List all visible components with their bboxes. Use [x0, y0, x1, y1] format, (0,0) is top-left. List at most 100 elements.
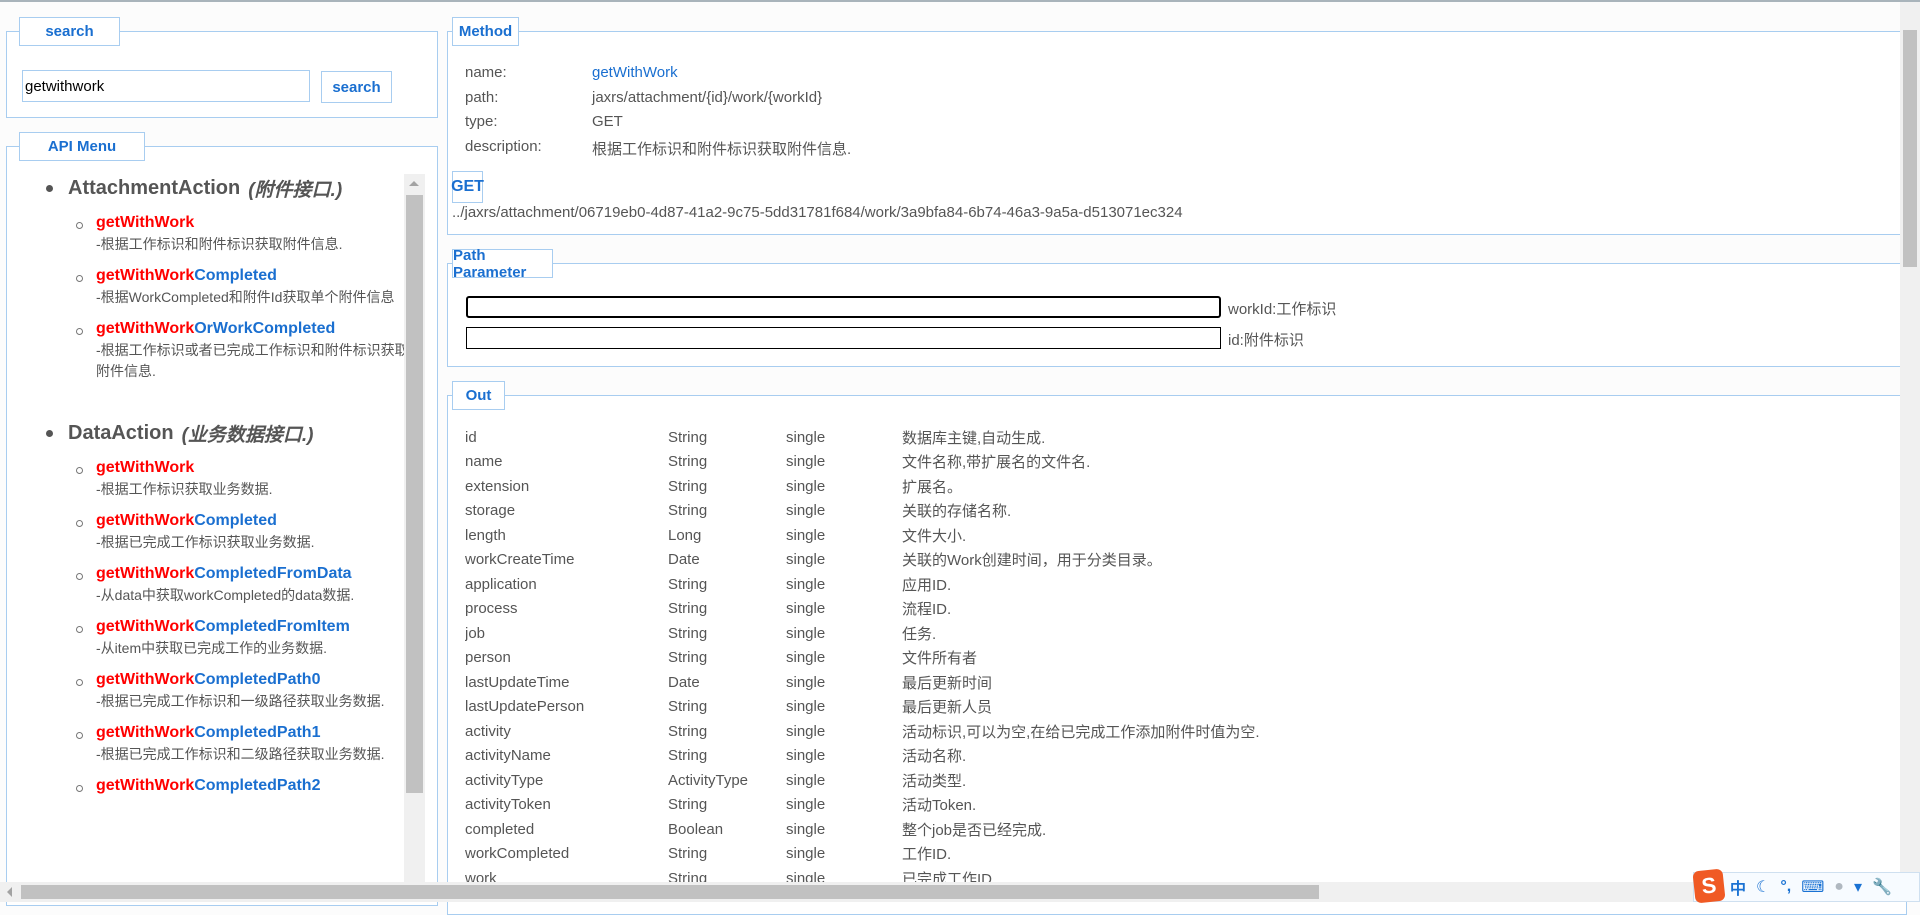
id-label: id:附件标识 — [1228, 332, 1304, 349]
field-multiplicity: single — [786, 526, 826, 544]
out-row: extension String single 扩展名。 — [465, 474, 1865, 499]
method-description: 根据工作标识和附件标识获取附件信息. — [592, 141, 852, 158]
user-icon[interactable]: ● — [1834, 878, 1844, 896]
menu-item[interactable]: getWithWorkOrWorkCompleted -根据工作标识或者已完成工作… — [76, 320, 404, 382]
skin-shirt-icon[interactable]: ▾ — [1854, 877, 1862, 897]
moon-icon[interactable]: ☾ — [1756, 877, 1770, 897]
search-button[interactable]: search — [321, 71, 392, 103]
circle-bullet-icon — [76, 626, 83, 633]
field-name: job — [465, 624, 486, 642]
field-description: 关联的存储名称. — [902, 503, 1012, 521]
field-type: String — [668, 453, 708, 471]
method-name-row: name: getWithWork — [465, 64, 678, 81]
menu-item[interactable]: getWithWork -根据工作标识和附件标识获取附件信息. — [76, 214, 404, 255]
menu-item-link[interactable]: getWithWorkOrWorkCompleted — [96, 320, 404, 338]
out-row: application String single 应用ID. — [465, 572, 1865, 597]
menu-group-heading: AttachmentAction (附件接口.) — [46, 175, 404, 202]
menu-scrollbar[interactable] — [404, 174, 425, 882]
menu-item[interactable]: getWithWorkCompletedPath2 — [76, 777, 404, 795]
name-label: name: — [465, 64, 507, 81]
bullet-icon — [46, 185, 53, 192]
workid-input[interactable] — [466, 296, 1221, 318]
out-row: storage String single 关联的存储名称. — [465, 499, 1865, 524]
menu-scrollbar-thumb[interactable] — [406, 195, 423, 793]
get-request-button[interactable]: GET — [451, 171, 484, 203]
field-name: completed — [465, 820, 535, 838]
scroll-up-arrow-icon[interactable] — [409, 181, 419, 186]
path-label: path: — [465, 89, 499, 106]
keyboard-icon[interactable]: ⌨ — [1801, 877, 1824, 897]
page-horizontal-scrollbar[interactable] — [0, 882, 1900, 902]
page-horizontal-scrollbar-thumb[interactable] — [21, 885, 1319, 899]
path-parameter-legend: Path Parameter — [452, 247, 553, 281]
field-multiplicity: single — [786, 575, 826, 593]
field-name: workCompleted — [465, 845, 570, 863]
out-row: id String single 数据库主键,自动生成. — [465, 425, 1865, 450]
field-description: 最后更新人员 — [902, 699, 993, 717]
search-input[interactable] — [22, 70, 310, 102]
menu-item-link[interactable]: getWithWorkCompleted — [96, 267, 404, 285]
field-name: process — [465, 600, 518, 618]
match-text: getWithWork — [96, 320, 195, 337]
field-description: 应用ID. — [902, 576, 952, 594]
field-type: String — [668, 477, 708, 495]
circle-bullet-icon — [76, 785, 83, 792]
field-name: lastUpdateTime — [465, 673, 570, 691]
field-description: 扩展名。 — [902, 478, 963, 496]
field-multiplicity: single — [786, 477, 826, 495]
field-description: 文件大小. — [902, 527, 967, 545]
rest-text: CompletedPath1 — [194, 724, 321, 741]
rest-text: CompletedPath2 — [194, 777, 321, 794]
field-name: storage — [465, 502, 516, 520]
sogou-logo-icon[interactable]: S — [1692, 868, 1726, 904]
api-menu-list: AttachmentAction (附件接口.) getWithWork -根据工作标… — [8, 175, 404, 882]
menu-item-link[interactable]: getWithWorkCompletedFromData — [96, 565, 404, 583]
ime-mode-toggle[interactable]: 中 — [1730, 875, 1746, 899]
menu-item-link[interactable]: getWithWorkCompletedPath2 — [96, 777, 404, 795]
menu-item-link[interactable]: getWithWork — [96, 459, 404, 477]
field-type: Date — [668, 551, 700, 569]
menu-item[interactable]: getWithWorkCompleted -根据WorkCompleted和附件I… — [76, 267, 404, 308]
description-label: description: — [465, 138, 542, 155]
field-description: 文件名称,带扩展名的文件名. — [902, 454, 1091, 472]
menu-item-link[interactable]: getWithWorkCompletedPath1 — [96, 724, 404, 742]
out-row: workCompleted String single 工作ID. — [465, 842, 1865, 867]
menu-item-link[interactable]: getWithWorkCompleted — [96, 512, 404, 530]
page-vertical-scrollbar[interactable] — [1900, 2, 1920, 882]
field-name: work — [465, 869, 497, 882]
scroll-left-arrow-icon[interactable] — [7, 887, 12, 897]
search-legend: search — [19, 17, 120, 46]
field-description: 活动名称. — [902, 748, 967, 766]
menu-item[interactable]: getWithWorkCompleted -根据已完成工作标识获取业务数据. — [76, 512, 404, 553]
out-row: activity String single 活动标识,可以为空,在给已完成工作添加附… — [465, 719, 1865, 744]
menu-item[interactable]: getWithWorkCompletedFromItem -从item中获取已完成… — [76, 618, 404, 659]
field-name: person — [465, 649, 511, 667]
field-name: lastUpdatePerson — [465, 698, 585, 716]
field-type: String — [668, 698, 708, 716]
wrench-icon[interactable]: 🔧 — [1872, 877, 1892, 897]
menu-item[interactable]: getWithWorkCompletedPath1 -根据已完成工作标识和二级路径… — [76, 724, 404, 765]
field-multiplicity: single — [786, 722, 826, 740]
menu-item-link[interactable]: getWithWorkCompletedPath0 — [96, 671, 404, 689]
match-text: getWithWork — [96, 565, 195, 582]
field-name: name — [465, 453, 503, 471]
field-type: Date — [668, 673, 700, 691]
field-description: 已完成工作ID. — [902, 870, 997, 882]
group-description: (附件接口.) — [248, 180, 343, 201]
method-type-row: type: GET — [465, 113, 623, 130]
menu-item-description: -根据WorkCompleted和附件Id获取单个附件信息 — [96, 289, 395, 305]
menu-item-link[interactable]: getWithWorkCompletedFromItem — [96, 618, 404, 636]
id-input[interactable] — [466, 327, 1221, 349]
field-type: String — [668, 869, 708, 882]
field-multiplicity: single — [786, 869, 826, 882]
ime-toolbar[interactable]: S 中 ☾ °, ⌨ ● ▾ 🔧 — [1692, 868, 1920, 904]
menu-item-link[interactable]: getWithWork — [96, 214, 404, 232]
punctuation-icon[interactable]: °, — [1780, 878, 1791, 896]
field-type: String — [668, 575, 708, 593]
menu-item[interactable]: getWithWorkCompletedFromData -从data中获取wor… — [76, 565, 404, 606]
menu-item[interactable]: getWithWork -根据工作标识获取业务数据. — [76, 459, 404, 500]
field-description: 活动标识,可以为空,在给已完成工作添加附件时值为空. — [902, 723, 1260, 741]
out-row: completed Boolean single 整个job是否已经完成. — [465, 817, 1865, 842]
menu-item[interactable]: getWithWorkCompletedPath0 -根据已完成工作标识和一级路径… — [76, 671, 404, 712]
page-vertical-scrollbar-thumb[interactable] — [1903, 30, 1917, 267]
